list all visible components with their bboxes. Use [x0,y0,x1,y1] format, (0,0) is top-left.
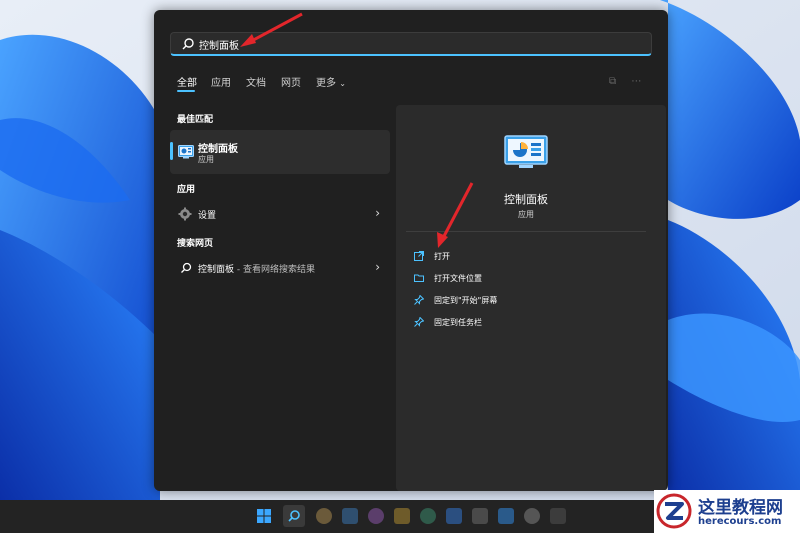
action-open[interactable]: 打开 [414,249,634,267]
action-open-label: 打开 [434,252,450,261]
action-open-file-location[interactable]: 打开文件位置 [414,271,634,289]
web-search-heading: 搜索网页 [177,239,214,249]
tab-web[interactable]: 网页 [281,74,301,89]
detail-pane: 控制面板 应用 打开 打开文件位置 固定到"开始"屏幕 固定到任务栏 [396,105,666,491]
taskbar-app-icon[interactable] [368,508,384,524]
web-search-query: 控制面板 [198,265,235,275]
taskbar-search-button[interactable] [283,505,305,527]
best-match-subtitle: 应用 [198,155,214,164]
share-icon[interactable]: ⧉ [609,76,616,87]
apps-heading: 应用 [177,185,196,195]
taskbar-app-icon[interactable] [420,508,436,524]
action-pin-to-taskbar[interactable]: 固定到任务栏 [414,315,634,333]
best-match-title: 控制面板 [198,144,238,155]
taskbar-app-icon[interactable] [550,508,566,524]
action-open-file-location-label: 打开文件位置 [434,274,482,283]
watermark-url: herecours.com [698,516,782,527]
action-pin-to-start-label: 固定到"开始"屏幕 [434,296,498,305]
control-panel-icon [178,145,194,159]
folder-icon [414,274,424,282]
app-result-settings[interactable]: 设置 › [170,203,390,225]
site-logo-icon [656,493,692,529]
search-input[interactable]: 控制面板 [170,32,652,56]
taskbar-app-icon[interactable] [342,508,358,524]
taskbar-app-icon[interactable] [472,508,488,524]
gear-icon [178,207,192,221]
detail-title: 控制面板 [504,193,548,206]
panel-top-icons: ⧉ ⋯ [609,76,641,87]
web-search-label: 控制面板 - 查看网络搜索结果 [198,262,315,275]
chevron-right-icon[interactable]: › [375,260,380,274]
active-tab-indicator [177,90,195,92]
action-pin-to-taskbar-label: 固定到任务栏 [434,318,482,327]
divider [406,231,646,232]
tab-more[interactable]: 更多 ⌄ [316,74,346,89]
action-pin-to-start[interactable]: 固定到"开始"屏幕 [414,293,634,311]
web-search-suffix: - 查看网络搜索结果 [234,265,315,275]
search-icon [288,510,300,522]
open-icon [414,251,424,261]
best-match-result[interactable]: 控制面板 应用 [170,130,390,174]
selection-indicator [170,142,173,160]
site-watermark: 这里教程网 herecours.com [654,490,800,533]
windows-start-icon[interactable] [256,508,272,524]
tab-all[interactable]: 全部 [177,74,197,89]
detail-subtitle: 应用 [518,210,534,219]
taskbar-app-icon[interactable] [498,508,514,524]
best-match-heading: 最佳匹配 [177,115,214,125]
control-panel-large-icon [504,135,548,168]
settings-label: 设置 [198,211,217,221]
watermark-title: 这里教程网 [698,498,783,518]
tab-apps[interactable]: 应用 [211,74,231,89]
search-icon [181,262,192,273]
taskbar-app-icon[interactable] [394,508,410,524]
web-search-result[interactable]: 控制面板 - 查看网络搜索结果 › [170,257,390,279]
taskbar-app-icon[interactable] [524,508,540,524]
search-panel: 控制面板 全部 应用 文档 网页 更多 ⌄ ⧉ ⋯ 最佳匹配 控制面板 应用 应… [154,10,668,491]
pin-icon [414,295,424,305]
taskbar-app-icon[interactable] [316,508,332,524]
search-query: 控制面板 [199,41,239,52]
tab-documents[interactable]: 文档 [246,74,266,89]
pin-icon [414,317,424,327]
more-options-icon[interactable]: ⋯ [631,76,641,87]
tab-more-label: 更多 [316,78,336,89]
chevron-right-icon[interactable]: › [375,206,380,220]
taskbar-app-icon[interactable] [446,508,462,524]
search-icon [182,38,194,50]
chevron-down-icon: ⌄ [339,79,346,88]
